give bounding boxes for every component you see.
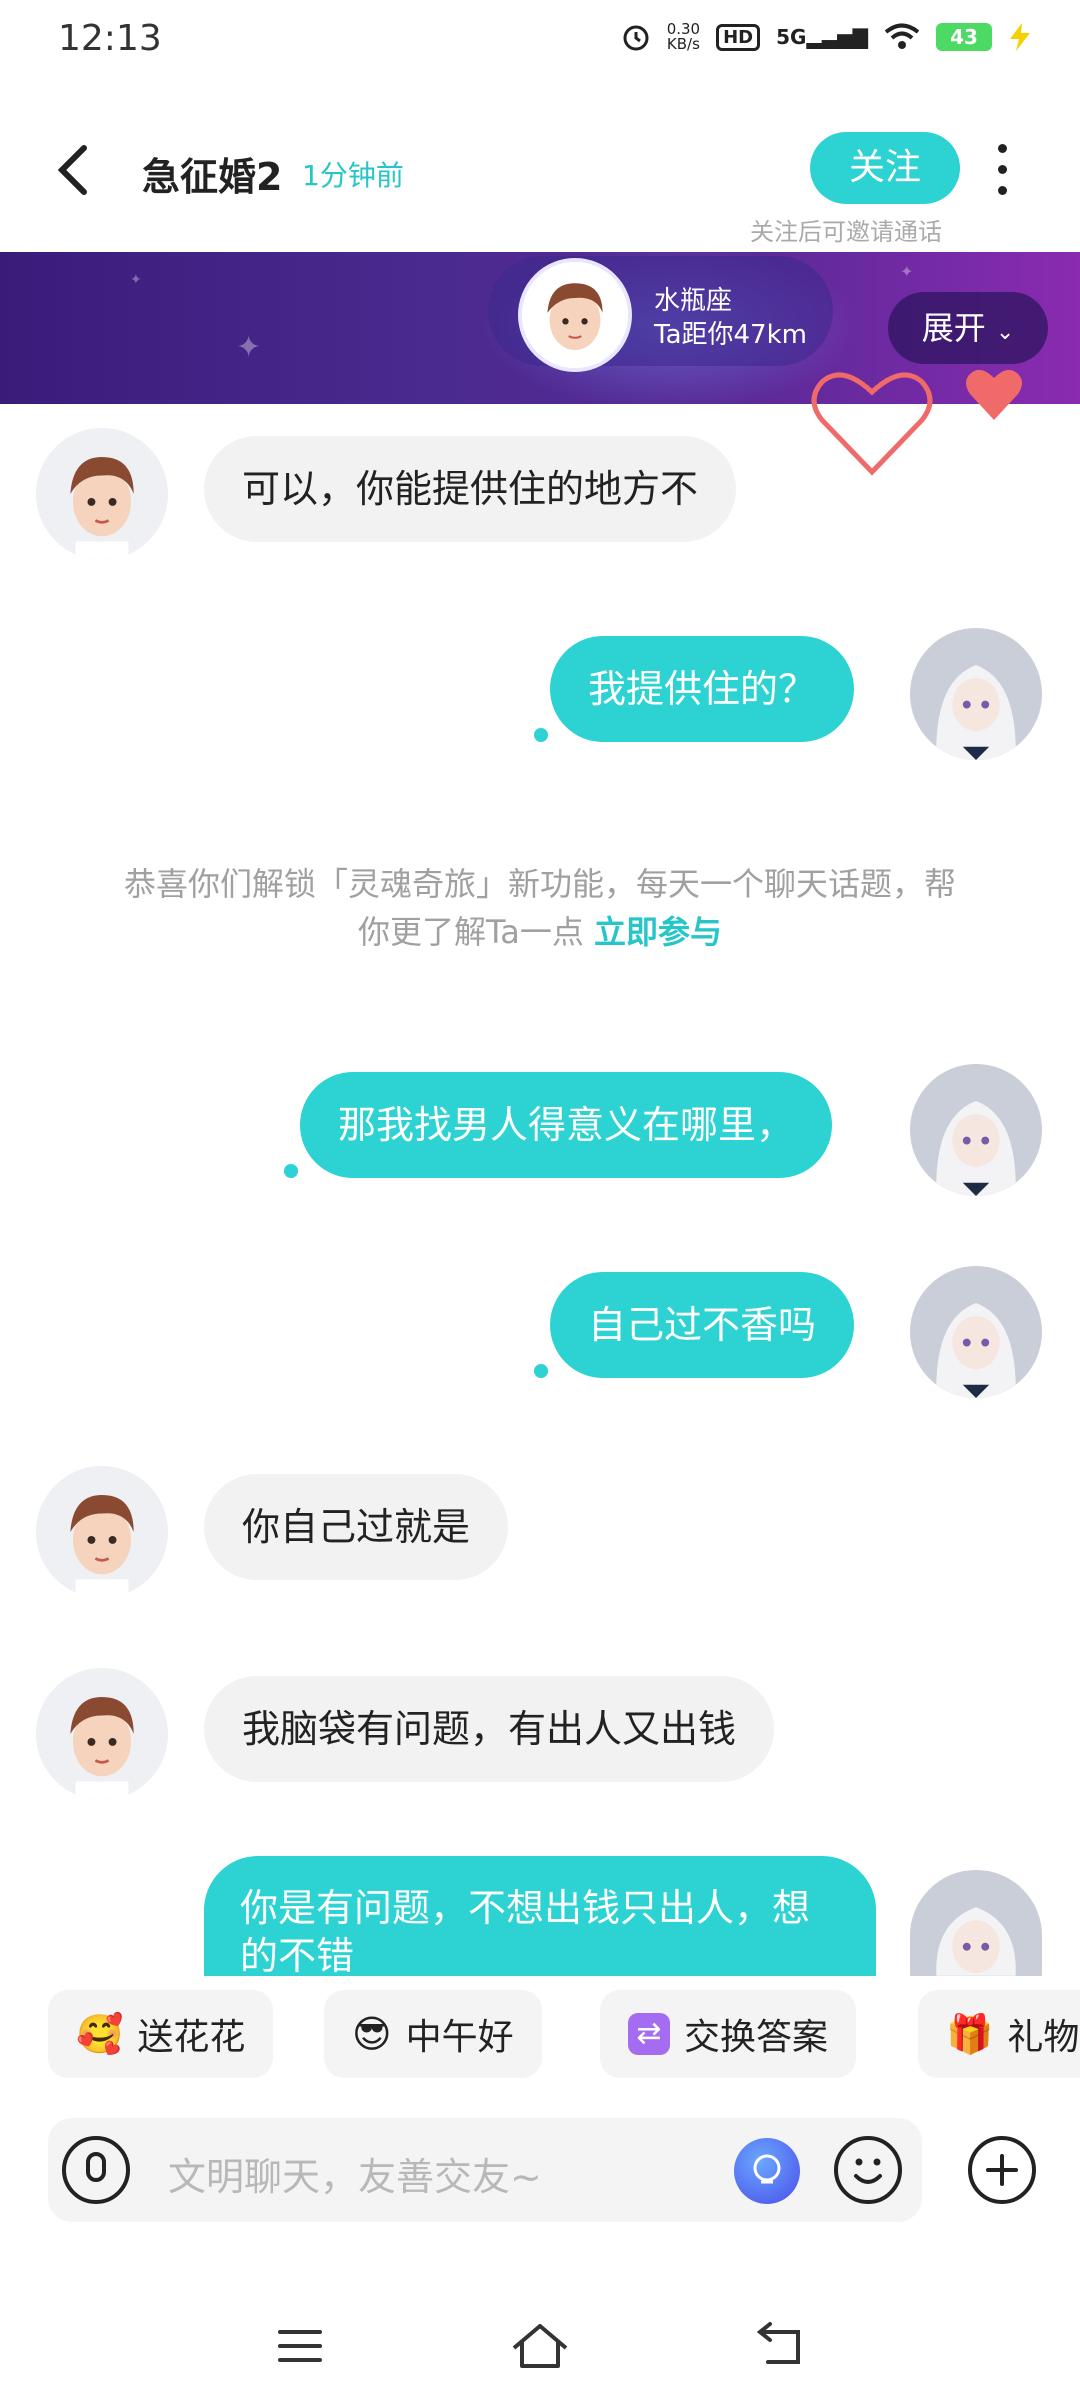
message-input-bar: 文明聊天，友善交友~: [48, 2118, 922, 2222]
message-bubble-outgoing[interactable]: 你是有问题，不想出钱只出人，想的不错: [204, 1856, 876, 1976]
battery-icon: 43: [936, 23, 992, 51]
wifi-icon: [884, 23, 920, 49]
chat-partner-name: 急征婚2: [142, 155, 283, 199]
status-bar: 12:13 0.30 KB/s HD 5G▂▃▅▇ 43: [0, 0, 1080, 80]
chat-header: 急征婚2 1分钟前 关注 关注后可邀请通话: [0, 110, 1080, 250]
message-bubble-incoming[interactable]: 我脑袋有问题，有出人又出钱: [204, 1676, 775, 1782]
message-bubble-outgoing[interactable]: 我提供住的？: [550, 636, 855, 742]
quick-reply-chip[interactable]: 🎁 礼物: [918, 1990, 1080, 2078]
my-avatar[interactable]: [910, 628, 1042, 760]
net-speed: 0.30 KB/s: [666, 20, 701, 53]
charging-icon: [1010, 23, 1030, 51]
heart-outline-icon[interactable]: [808, 362, 936, 480]
partner-avatar[interactable]: [36, 428, 168, 560]
back-arrow-icon[interactable]: [50, 140, 100, 200]
partner-avatar[interactable]: [36, 1668, 168, 1800]
sparkle-icon: ✦: [130, 272, 142, 288]
message-bubble-outgoing[interactable]: 那我找男人得意义在哪里，: [300, 1072, 833, 1178]
chevron-down-icon: ⌄: [995, 320, 1015, 345]
signal-5g-icon: 5G▂▃▅▇: [776, 25, 868, 49]
partner-avatar[interactable]: [518, 258, 632, 372]
read-indicator: [534, 728, 548, 742]
sparkle-icon: ✦: [900, 262, 914, 281]
quick-reply-chip[interactable]: ⇄ 交换答案: [600, 1990, 857, 2078]
my-avatar[interactable]: [910, 1064, 1042, 1196]
quick-reply-bar: 🥰 送花花 😎 中午好 ⇄ 交换答案 🎁 礼物: [0, 1990, 1080, 2080]
swap-icon: ⇄: [628, 2013, 670, 2055]
sparkle-icon: ✦: [236, 330, 262, 365]
voice-input-icon[interactable]: [62, 2136, 130, 2204]
quick-reply-chip[interactable]: 🥰 送花花: [48, 1990, 274, 2078]
message-bubble-incoming[interactable]: 可以，你能提供住的地方不: [204, 436, 737, 542]
read-indicator: [534, 1364, 548, 1378]
sun-sunglasses-icon: 😎: [352, 2012, 392, 2056]
follow-button[interactable]: 关注: [810, 132, 960, 204]
system-notice: 恭喜你们解锁「灵魂奇旅」新功能，每天一个聊天话题，帮你更了解Ta一点 立即参与: [123, 865, 956, 951]
hd-badge: HD: [716, 23, 761, 51]
message-bubble-outgoing[interactable]: 自己过不香吗: [550, 1272, 855, 1378]
message-input[interactable]: 文明聊天，友善交友~: [168, 2146, 542, 2201]
message-bubble-incoming[interactable]: 你自己过就是: [204, 1474, 509, 1580]
gift-icon: 🎁: [946, 2011, 994, 2056]
emoji-icon[interactable]: [834, 2136, 902, 2204]
status-time: 12:13: [58, 18, 162, 59]
status-icons: 0.30 KB/s HD 5G▂▃▅▇ 43: [621, 22, 1032, 52]
heart-icon[interactable]: [964, 366, 1024, 422]
distance-label: Ta距你47km: [654, 320, 807, 350]
flower-face-icon: 🥰: [76, 2011, 124, 2056]
partner-avatar[interactable]: [36, 1466, 168, 1598]
expand-button[interactable]: 展开 ⌄: [888, 292, 1048, 364]
follow-hint: 关注后可邀请通话: [750, 218, 942, 246]
read-indicator: [284, 1164, 298, 1178]
last-active-time: 1分钟前: [302, 159, 404, 192]
system-nav-bar: [0, 2290, 1080, 2400]
back-nav-icon[interactable]: [756, 2322, 806, 2370]
my-avatar[interactable]: [910, 1266, 1042, 1398]
quick-reply-chip[interactable]: 😎 中午好: [324, 1990, 542, 2078]
my-avatar[interactable]: [910, 1870, 1042, 1976]
add-attachment-icon[interactable]: [968, 2136, 1036, 2204]
join-now-link[interactable]: 立即参与: [594, 913, 722, 951]
ai-assistant-icon[interactable]: [734, 2138, 800, 2204]
menu-icon[interactable]: [276, 2326, 324, 2366]
alarm-icon: [623, 25, 649, 51]
home-icon[interactable]: [510, 2320, 570, 2372]
zodiac-label: 水瓶座: [654, 286, 733, 316]
more-options-icon[interactable]: [998, 144, 1010, 207]
